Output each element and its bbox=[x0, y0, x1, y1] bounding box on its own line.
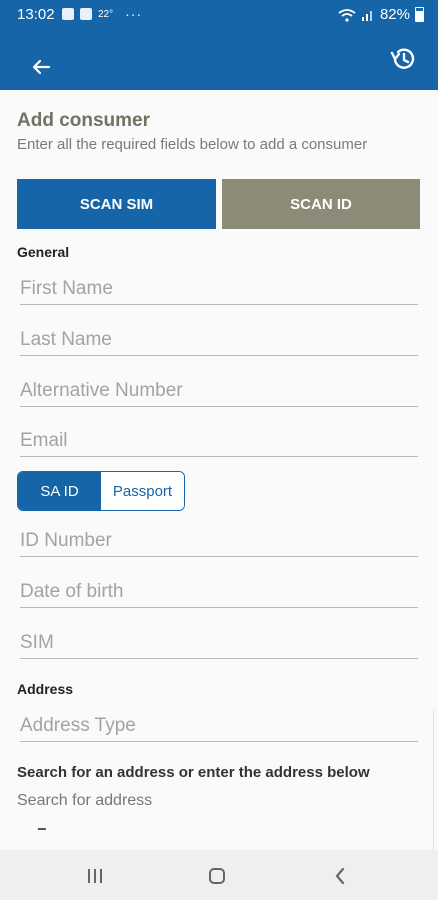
search-address-heading: Search for an address or enter the addre… bbox=[17, 764, 370, 781]
history-icon bbox=[390, 48, 415, 69]
address-type-field[interactable]: Address Type bbox=[20, 707, 418, 742]
home-icon[interactable] bbox=[208, 867, 226, 885]
alternative-number-field[interactable]: Alternative Number bbox=[20, 372, 418, 407]
scan-id-button[interactable]: SCAN ID bbox=[222, 179, 420, 229]
sa-id-option[interactable]: SA ID bbox=[18, 472, 101, 510]
scrollbar[interactable] bbox=[433, 708, 438, 858]
more-icon: ··· bbox=[125, 6, 143, 22]
email-field[interactable]: Email bbox=[20, 422, 418, 457]
status-left-icons: 22° ··· bbox=[62, 6, 142, 22]
email-placeholder: Email bbox=[20, 430, 68, 451]
last-name-field[interactable]: Last Name bbox=[20, 321, 418, 356]
status-time: 13:02 bbox=[17, 6, 55, 23]
arrow-left-icon bbox=[32, 59, 51, 75]
status-bar: 13:02 22° ··· 82% bbox=[0, 0, 438, 30]
system-nav-bar bbox=[0, 850, 438, 900]
date-of-birth-field[interactable]: Date of birth bbox=[20, 573, 418, 608]
id-number-placeholder: ID Number bbox=[20, 530, 112, 551]
address-type-placeholder: Address Type bbox=[20, 715, 136, 736]
recent-apps-icon[interactable] bbox=[86, 868, 104, 884]
signal-icon bbox=[361, 10, 372, 21]
first-name-placeholder: First Name bbox=[20, 278, 113, 299]
id-number-field[interactable]: ID Number bbox=[20, 522, 418, 557]
page-title: Add consumer bbox=[17, 110, 151, 131]
id-type-toggle: SA ID Passport bbox=[17, 471, 185, 511]
search-for-address-link[interactable]: Search for address bbox=[17, 792, 152, 810]
last-name-placeholder: Last Name bbox=[20, 329, 112, 350]
alternative-number-placeholder: Alternative Number bbox=[20, 380, 183, 401]
first-name-field[interactable]: First Name bbox=[20, 270, 418, 305]
address-heading: Address bbox=[17, 681, 74, 697]
sim-placeholder: SIM bbox=[20, 632, 54, 653]
status-right: 82% bbox=[338, 6, 424, 23]
partial-item-divider bbox=[38, 828, 46, 830]
temperature: 22° bbox=[98, 8, 114, 20]
nav-back-icon[interactable] bbox=[333, 867, 347, 885]
general-heading: General bbox=[17, 244, 70, 260]
mail-icon bbox=[80, 8, 92, 20]
app-bar: 13:02 22° ··· 82% bbox=[0, 0, 438, 90]
back-button[interactable] bbox=[28, 54, 54, 80]
notification-icon bbox=[62, 8, 74, 20]
sim-field[interactable]: SIM bbox=[20, 624, 418, 659]
battery-percentage: 82% bbox=[379, 6, 410, 23]
history-button[interactable] bbox=[388, 44, 418, 74]
date-of-birth-placeholder: Date of birth bbox=[20, 581, 124, 602]
page-subtitle: Enter all the required fields below to a… bbox=[17, 136, 368, 153]
passport-option[interactable]: Passport bbox=[101, 472, 184, 510]
form-content: Add consumer Enter all the required fiel… bbox=[0, 90, 438, 858]
wifi-icon bbox=[338, 8, 356, 22]
battery-icon bbox=[415, 7, 424, 22]
scan-sim-button[interactable]: SCAN SIM bbox=[17, 179, 216, 229]
